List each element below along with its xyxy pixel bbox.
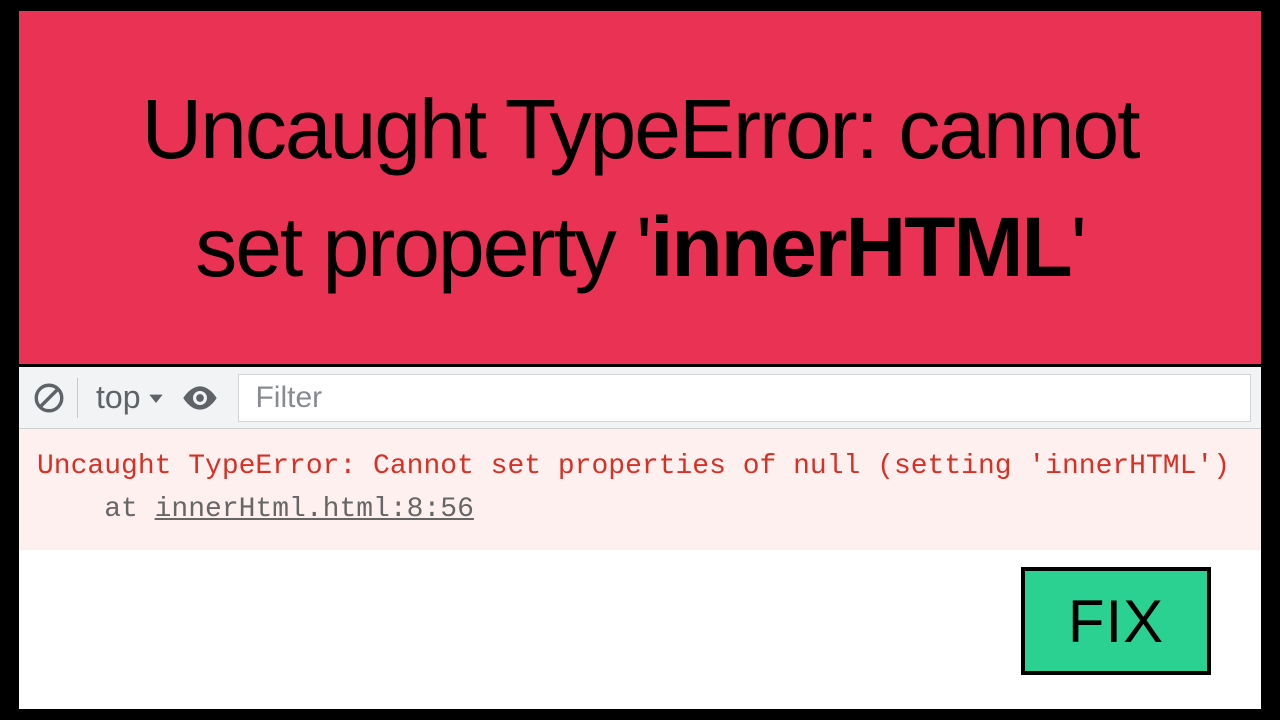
console-error-block: Uncaught TypeError: Cannot set propertie… [19,429,1261,550]
chevron-down-icon [146,388,166,408]
context-selector[interactable]: top [86,379,176,416]
fix-label: FIX [1068,587,1164,656]
stack-source-link[interactable]: innerHtml.html:8:56 [155,494,474,525]
console-toolbar: top Filter [19,367,1261,429]
hero-line2-bold: innerHTML [650,200,1071,294]
context-label: top [96,379,140,416]
clear-console-icon[interactable] [29,378,69,418]
hero-title-line2: set property 'innerHTML' [195,205,1085,289]
error-message: Uncaught TypeError: Cannot set propertie… [37,451,1230,482]
fix-button[interactable]: FIX [1021,567,1211,675]
stack-at: at [37,494,155,525]
hero-title-line1: Uncaught TypeError: cannot [141,87,1138,171]
filter-placeholder: Filter [255,381,322,415]
toolbar-divider [77,378,78,418]
hero-banner: Uncaught TypeError: cannot set property … [19,11,1261,367]
eye-icon[interactable] [180,378,220,418]
filter-input[interactable]: Filter [238,374,1251,422]
hero-line2-post: ' [1071,200,1085,294]
hero-line2-pre: set property ' [195,200,650,294]
